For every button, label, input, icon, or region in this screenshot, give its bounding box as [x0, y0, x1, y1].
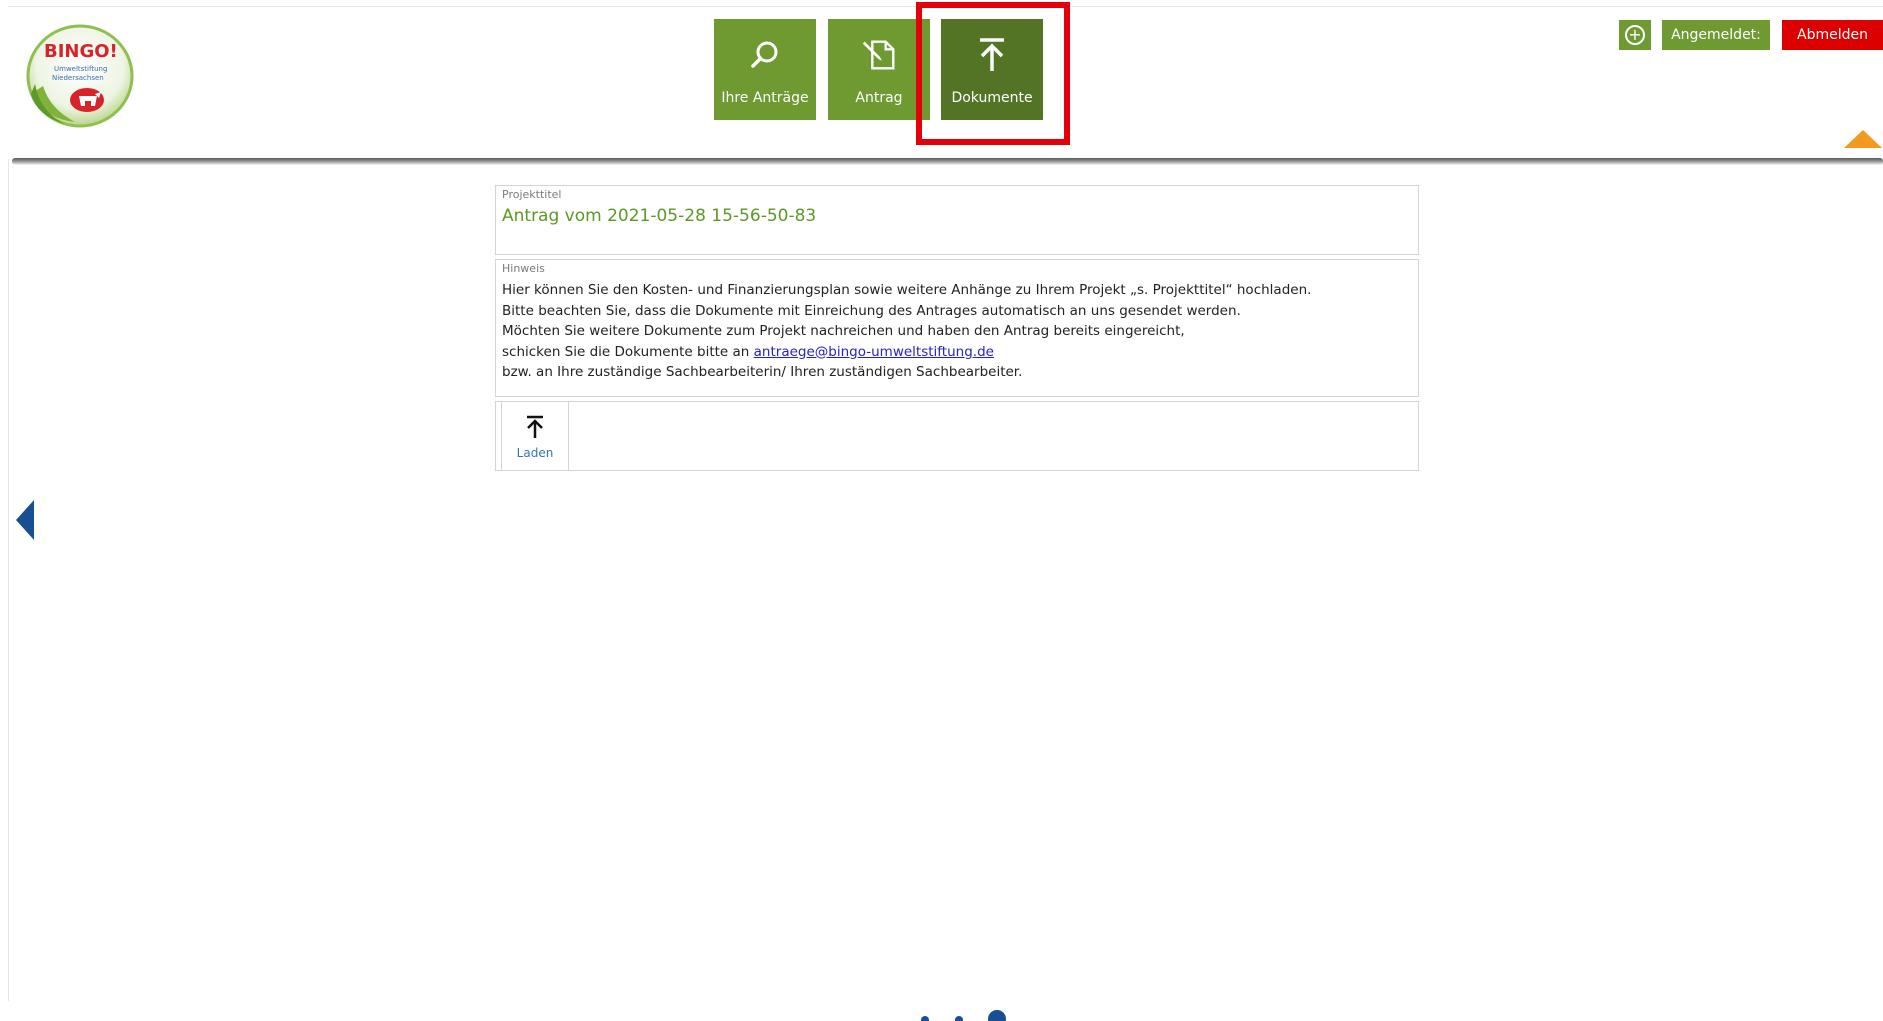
- svg-text:Niedersachsen: Niedersachsen: [52, 74, 104, 82]
- svg-text:Umweltstiftung: Umweltstiftung: [54, 65, 107, 73]
- note-line-4: schicken Sie die Dokumente bitte an antr…: [502, 342, 1311, 363]
- sidebar-toggle-arrow-icon[interactable]: [16, 500, 34, 540]
- note-panel: Hinweis Hier können Sie den Kosten- und …: [495, 259, 1419, 397]
- nav-ihre-antraege-label: Ihre Anträge: [721, 90, 809, 106]
- note-label: Hinweis: [502, 262, 545, 275]
- email-link[interactable]: antraege@bingo-umweltstiftung.de: [754, 344, 994, 360]
- upload-label: Laden: [516, 446, 554, 460]
- edit-document-icon: [859, 35, 899, 75]
- upload-button[interactable]: Laden: [501, 402, 569, 470]
- add-button[interactable]: +: [1619, 20, 1651, 50]
- header-shadow: [12, 158, 1883, 165]
- angemeldet-button[interactable]: Angemeldet:: [1662, 20, 1770, 50]
- nav-antrag-label: Antrag: [855, 90, 903, 106]
- plus-circle-icon: +: [1625, 25, 1645, 45]
- abmelden-button[interactable]: Abmelden: [1782, 20, 1883, 50]
- nav-dokumente-label: Dokumente: [951, 90, 1033, 106]
- project-title: Antrag vom 2021-05-28 15-56-50-83: [502, 206, 817, 226]
- bingo-logo[interactable]: BINGO! Umweltstiftung Niedersachsen: [25, 24, 135, 128]
- loading-indicator-icon: [915, 1005, 1015, 1021]
- upload-icon: [523, 414, 547, 440]
- upload-icon: [972, 35, 1012, 75]
- nav-antrag-button[interactable]: Antrag: [828, 19, 930, 120]
- note-line-4-prefix: schicken Sie die Dokumente bitte an: [502, 343, 754, 360]
- project-title-label: Projekttitel: [502, 188, 562, 201]
- note-line-2: Bitte beachten Sie, dass die Dokumente m…: [502, 302, 1241, 319]
- svg-text:BINGO!: BINGO!: [44, 41, 118, 62]
- nav-dokumente-button[interactable]: Dokumente: [941, 19, 1043, 120]
- search-icon: [745, 35, 785, 75]
- logo-graphic: BINGO! Umweltstiftung Niedersachsen: [26, 24, 134, 128]
- note-line-1: Hier können Sie den Kosten- und Finanzie…: [502, 282, 1312, 298]
- nav-ihre-antraege-button[interactable]: Ihre Anträge: [714, 19, 816, 120]
- page: BINGO! Umweltstiftung Niedersachsen Ihre…: [0, 0, 1883, 1021]
- note-text: Hier können Sie den Kosten- und Finanzie…: [502, 280, 1311, 383]
- collapse-header-arrow-icon[interactable]: [1844, 130, 1882, 148]
- upload-panel: Laden: [495, 401, 1419, 471]
- note-line-3: Möchten Sie weitere Dokumente zum Projek…: [502, 323, 1185, 339]
- project-title-panel: Projekttitel Antrag vom 2021-05-28 15-56…: [495, 185, 1419, 255]
- note-line-5: bzw. an Ihre zuständige Sachbearbeiterin…: [502, 364, 1023, 380]
